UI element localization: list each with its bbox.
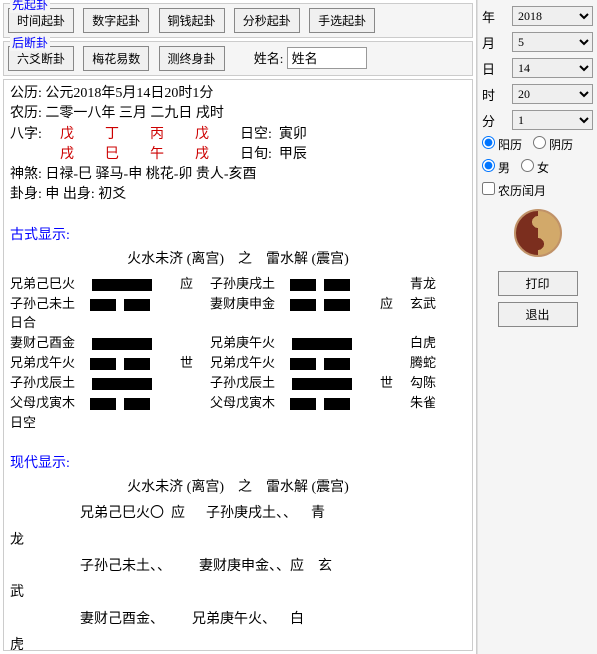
modern-row: 兄弟己巳火〇 应 子孙庚戌土、、 青龙 [10, 504, 466, 551]
name-input[interactable] [287, 47, 367, 69]
day-select[interactable]: 14 [512, 58, 593, 78]
second-divination-button[interactable]: 分秒起卦 [234, 8, 300, 33]
nongli-line: 农历: 二零一八年 三月 二九日 戌时 [10, 104, 466, 124]
coin-divination-button[interactable]: 铜钱起卦 [159, 8, 225, 33]
number-divination-button[interactable]: 数字起卦 [83, 8, 149, 33]
classic-row: 日合 [10, 314, 466, 333]
modern-rows: 兄弟己巳火〇 应 子孙庚戌土、、 青龙子孙己未土、、 妻财庚申金、、应 玄武妻财… [10, 504, 466, 651]
sex-radios: 男 女 [482, 159, 593, 176]
solar-radio[interactable]: 阳历 [482, 138, 522, 152]
pre-fieldset: 先起卦 时间起卦 数字起卦 铜钱起卦 分秒起卦 手选起卦 [3, 3, 473, 38]
lunar-radio[interactable]: 阴历 [533, 138, 573, 152]
modern-row: 妻财己酉金、 兄弟庚午火、 白虎 [10, 610, 466, 652]
month-select[interactable]: 5 [512, 32, 593, 52]
classic-row: 妻财己酉金兄弟庚午火白虎 [10, 334, 466, 353]
leap-checkbox[interactable]: 农历闰月 [482, 184, 546, 198]
day-label: 日 [482, 59, 512, 78]
shensha-line: 神煞: 日禄-巳 驿马-申 桃花-卯 贵人-亥酉 [10, 165, 466, 185]
male-radio[interactable]: 男 [482, 161, 510, 175]
classic-row: 兄弟己巳火应子孙庚戌土青龙 [10, 275, 466, 294]
meihua-button[interactable]: 梅花易数 [83, 46, 149, 71]
calendar-radios: 阳历 阴历 [482, 136, 593, 153]
hour-select[interactable]: 20 [512, 84, 593, 104]
modern-row: 子孙己未土、、 妻财庚申金、、应 玄武 [10, 557, 466, 604]
classic-row: 父母戊寅木父母戊寅木朱雀 [10, 394, 466, 413]
classic-row: 兄弟戊午火世兄弟戊午火腾蛇 [10, 354, 466, 373]
print-button[interactable]: 打印 [498, 271, 578, 296]
minute-select[interactable]: 1 [512, 110, 593, 130]
year-select[interactable]: 2018 [512, 6, 593, 26]
pre-title: 先起卦 [10, 0, 50, 13]
year-label: 年 [482, 7, 512, 26]
female-radio[interactable]: 女 [521, 161, 549, 175]
modern-header: 火水未济 (离宫) 之 雷水解 (震宫) [10, 478, 466, 498]
classic-row: 子孙己未土妻财庚申金应玄武 [10, 295, 466, 314]
guashen-line: 卦身: 申 出身: 初爻 [10, 185, 466, 205]
gongli-line: 公历: 公元2018年5月14日20时1分 [10, 84, 466, 104]
modern-title: 现代显示: [10, 454, 466, 474]
manual-divination-button[interactable]: 手选起卦 [309, 8, 375, 33]
post-title: 后断卦 [10, 34, 50, 51]
classic-rows: 兄弟己巳火应子孙庚戌土青龙子孙己未土妻财庚申金应玄武日合妻财己酉金兄弟庚午火白虎… [10, 275, 466, 433]
post-fieldset: 后断卦 六爻断卦 梅花易数 测终身卦 姓名: [3, 41, 473, 76]
month-label: 月 [482, 33, 512, 52]
classic-row: 日空 [10, 414, 466, 433]
classic-header: 火水未济 (离宫) 之 雷水解 (震宫) [10, 250, 466, 270]
bazi-bottom: 戌 巳 午 戌 日旬: 甲辰 [10, 145, 466, 165]
classic-row: 子孙戊辰土子孙戊辰土世勾陈 [10, 374, 466, 393]
name-label: 姓名: [254, 51, 284, 66]
minute-label: 分 [482, 111, 512, 130]
lifetime-button[interactable]: 测终身卦 [159, 46, 225, 71]
classic-title: 古式显示: [10, 226, 466, 246]
sidebar: 年2018 月5 日14 时20 分1 阳历 阴历 男 女 农历闰月 打印 退出 [477, 0, 597, 654]
bazi-top: 八字: 戊 丁 丙 戊 日空: 寅卯 [10, 125, 466, 145]
exit-button[interactable]: 退出 [498, 302, 578, 327]
result-content[interactable]: 公历: 公元2018年5月14日20时1分 农历: 二零一八年 三月 二九日 戌… [3, 79, 473, 651]
taiji-icon [514, 209, 562, 257]
hour-label: 时 [482, 85, 512, 104]
